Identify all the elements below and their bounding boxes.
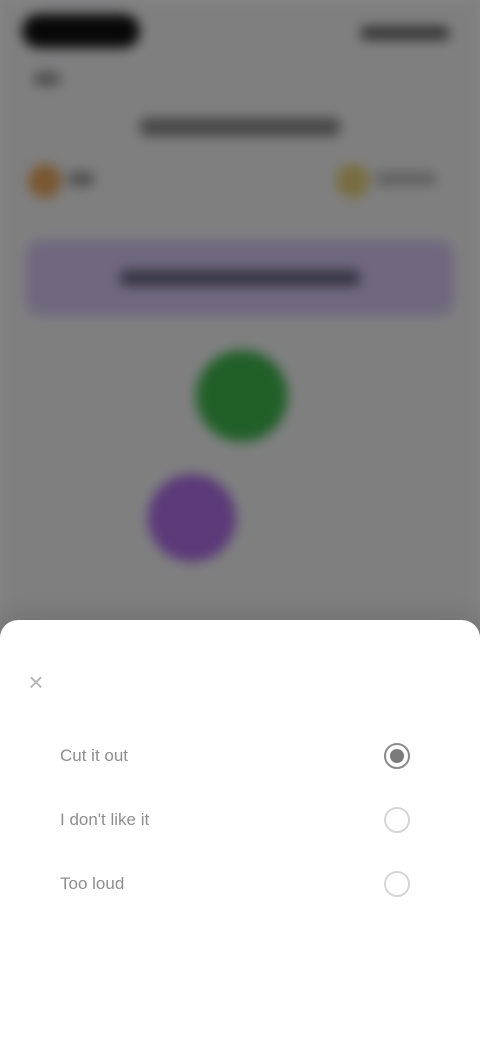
- radio-button-selected[interactable]: [384, 743, 410, 769]
- radio-dot: [390, 749, 404, 763]
- option-item-2[interactable]: I don't like it: [60, 794, 430, 846]
- option-item-3[interactable]: Too loud: [60, 858, 430, 910]
- modal-scrim[interactable]: [0, 0, 480, 640]
- close-button[interactable]: ×: [18, 664, 54, 700]
- option-label: I don't like it: [60, 810, 150, 829]
- option-label: Cut it out: [60, 746, 129, 765]
- screen: × Cut it out I don't like it Too loud: [0, 0, 480, 1040]
- radio-button[interactable]: [384, 871, 410, 897]
- option-label: Too loud: [60, 874, 125, 893]
- option-item-1[interactable]: Cut it out: [60, 730, 430, 782]
- radio-button[interactable]: [384, 807, 410, 833]
- bottom-sheet: × Cut it out I don't like it Too loud: [0, 620, 480, 1040]
- close-icon: ×: [28, 667, 44, 697]
